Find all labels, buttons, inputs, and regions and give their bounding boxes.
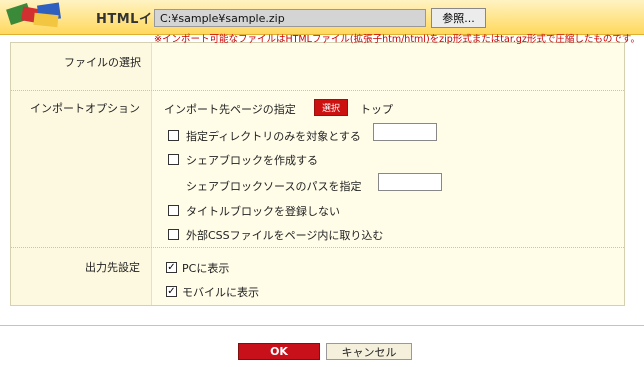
import-options-label: インポートオプション — [30, 102, 140, 115]
display-pc-label: PCに表示 — [182, 262, 230, 275]
no-title-block-label: タイトルブロックを登録しない — [186, 205, 340, 218]
display-mobile-label: モバイルに表示 — [182, 286, 259, 299]
external-css-checkbox[interactable] — [168, 229, 179, 240]
only-directory-checkbox[interactable] — [168, 130, 179, 141]
create-share-block-label: シェアブロックを作成する — [186, 154, 318, 167]
file-select-label: ファイルの選択 — [64, 56, 141, 69]
book-stack-icon — [6, 2, 62, 28]
external-css-label: 外部CSSファイルをページ内に取り込む — [186, 229, 384, 242]
share-source-path-input[interactable] — [378, 173, 442, 191]
cancel-button[interactable]: キャンセル — [326, 343, 412, 360]
file-path-input[interactable] — [154, 9, 426, 27]
footer-divider — [0, 325, 644, 326]
only-directory-label: 指定ディレクトリのみを対象とする — [186, 130, 361, 143]
row-divider — [11, 90, 624, 91]
display-mobile-checkbox[interactable]: ✓ — [166, 286, 177, 297]
no-title-block-checkbox[interactable] — [168, 205, 179, 216]
browse-button[interactable]: 参照... — [431, 8, 486, 28]
import-dest-value: トップ — [360, 103, 393, 116]
directory-input[interactable] — [373, 123, 437, 141]
display-pc-checkbox[interactable]: ✓ — [166, 262, 177, 273]
create-share-block-checkbox[interactable] — [168, 154, 179, 165]
import-dest-label: インポート先ページの指定 — [164, 103, 296, 116]
row-divider — [11, 247, 624, 248]
ok-button[interactable]: OK — [238, 343, 320, 360]
share-source-path-label: シェアブロックソースのパスを指定 — [186, 180, 362, 193]
output-settings-label: 出力先設定 — [85, 261, 140, 274]
file-format-note: ※インポート可能なファイルはHTMLファイル(拡張子htm/html)をzip形… — [154, 34, 640, 45]
select-page-button[interactable]: 選択 — [314, 99, 348, 116]
